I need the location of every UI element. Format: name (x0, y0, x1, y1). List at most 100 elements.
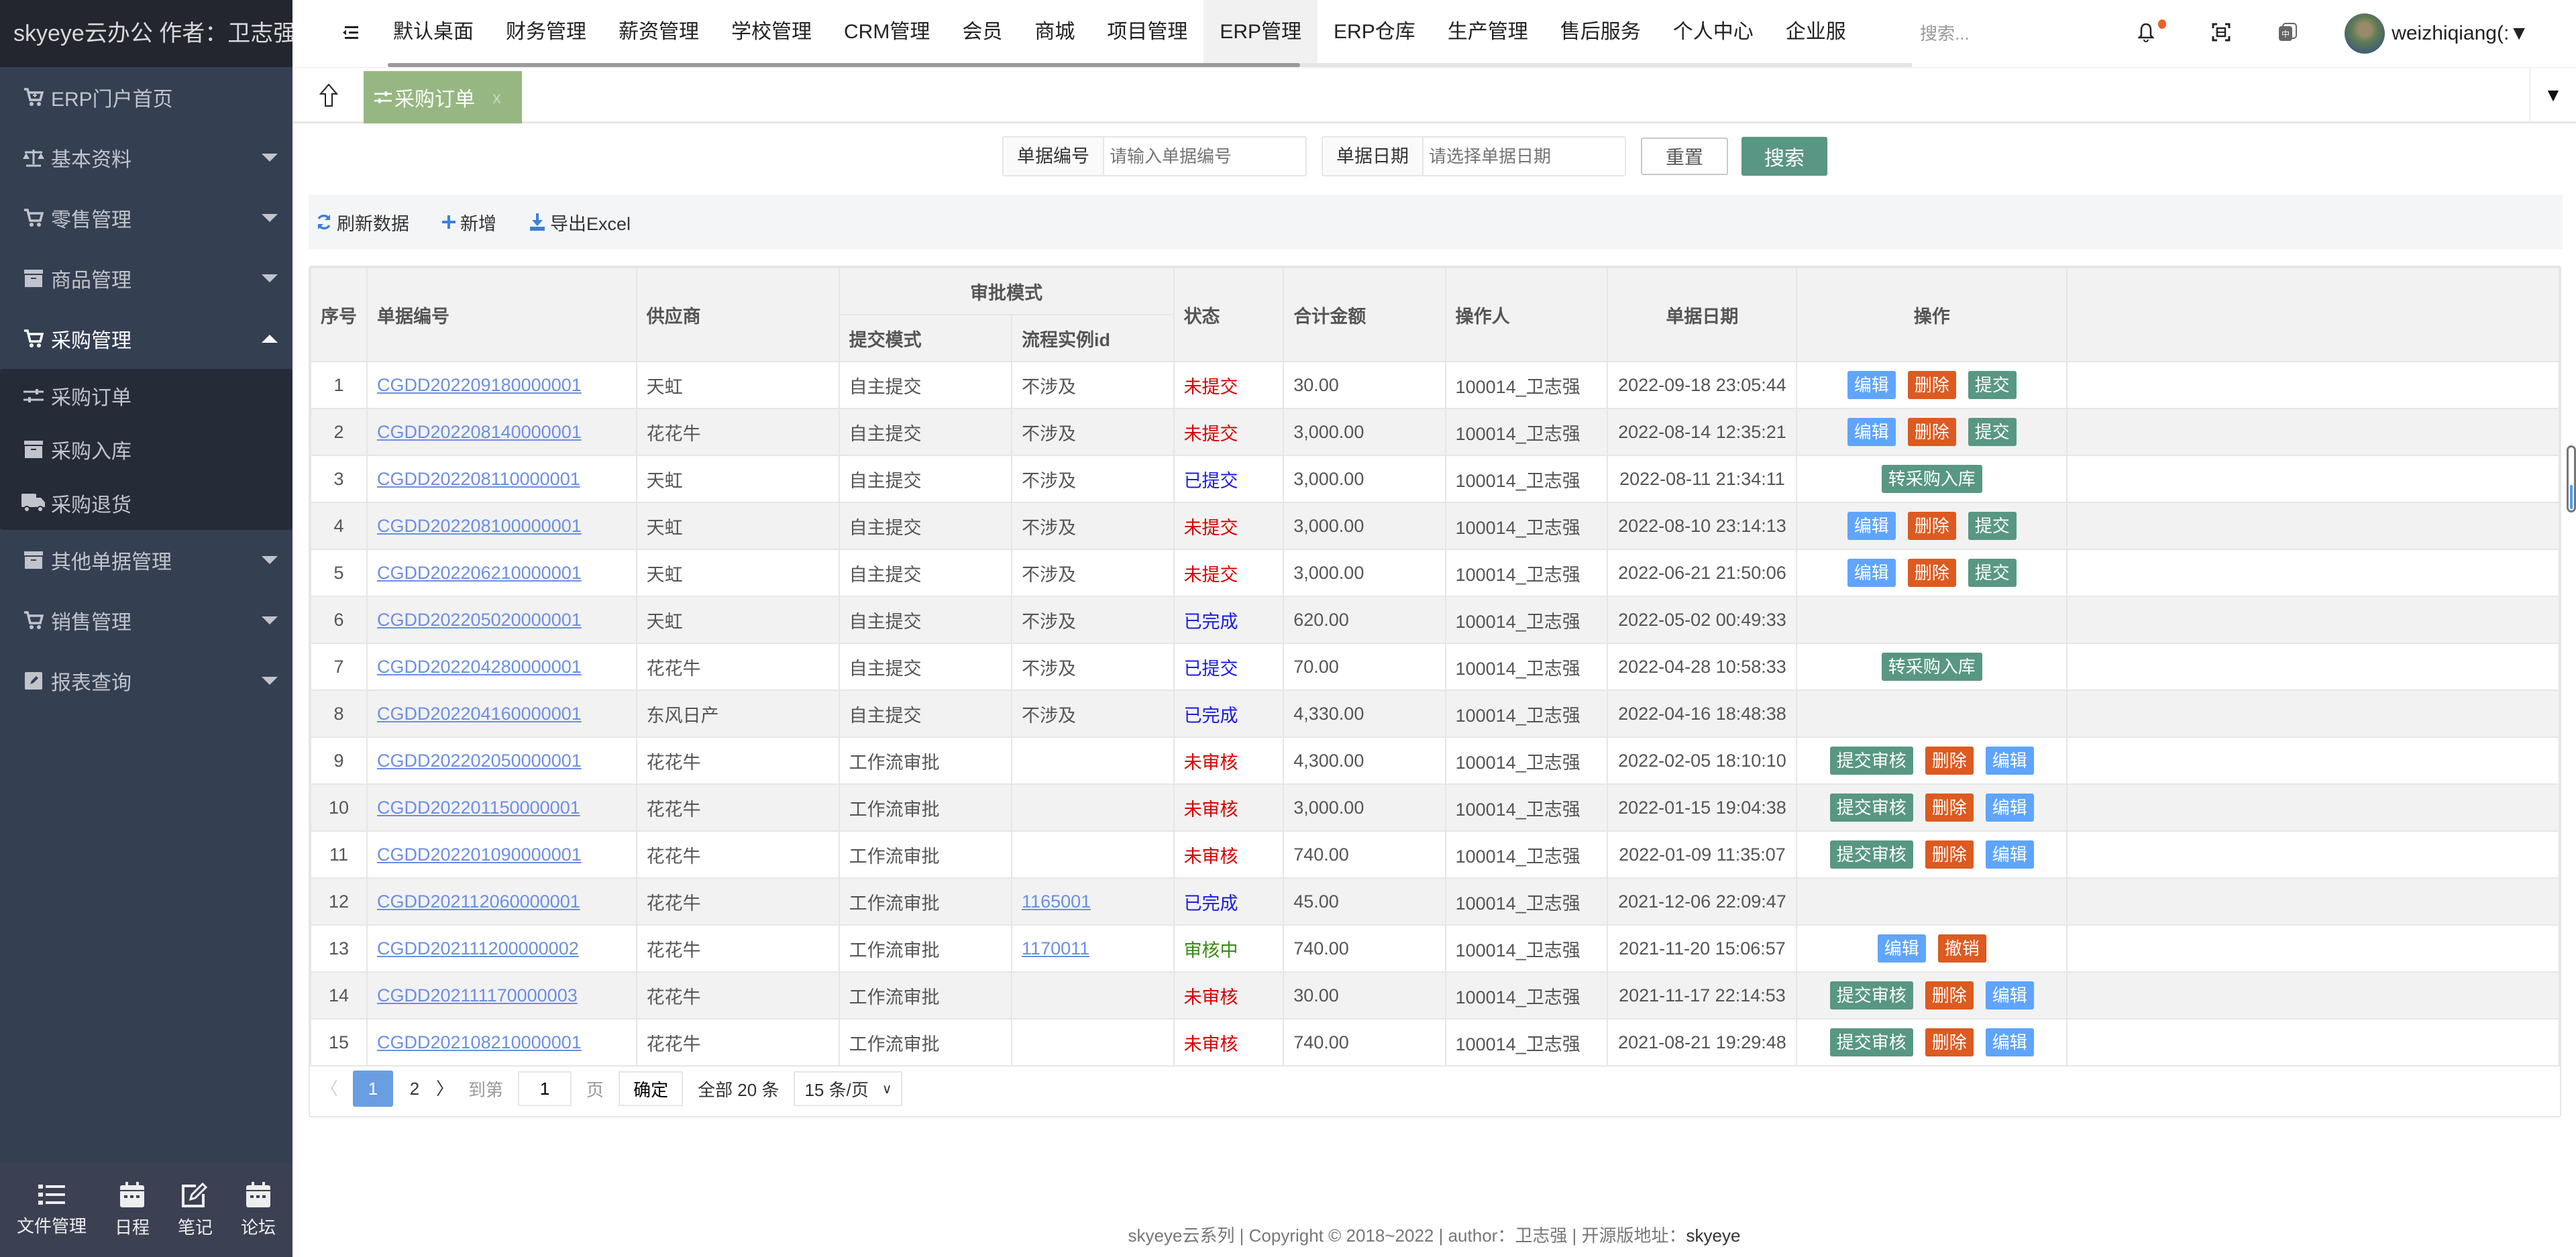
sidebar-item-purchase[interactable]: 采购管理 (0, 309, 292, 369)
delete-button[interactable]: 删除 (1907, 512, 1956, 540)
delete-button[interactable]: 删除 (1925, 981, 1974, 1009)
document-code-link[interactable]: CGDD202209180000001 (377, 375, 582, 395)
edit-button[interactable]: 编辑 (1847, 418, 1896, 446)
edit-button[interactable]: 编辑 (1985, 840, 2034, 869)
submit-button[interactable]: 提交 (1968, 512, 2017, 540)
page-size-select[interactable]: 15 条/页 ∨ (794, 1071, 903, 1106)
goto-page-input[interactable] (518, 1071, 572, 1106)
topnav-item[interactable]: 商城 (1018, 0, 1091, 64)
topnav-item[interactable]: ERP管理 (1203, 0, 1318, 64)
process-id-link[interactable]: 1170011 (1022, 938, 1089, 959)
menu-collapse-icon[interactable] (341, 23, 361, 43)
document-code-link[interactable]: CGDD202201090000001 (377, 844, 582, 865)
page-scrollbar[interactable] (2567, 445, 2576, 512)
language-icon[interactable]: 中 (2277, 22, 2298, 46)
topnav-item[interactable]: CRM管理 (828, 0, 946, 64)
topnav-item[interactable]: 薪资管理 (602, 0, 715, 64)
reset-button[interactable]: 重置 (1641, 138, 1728, 175)
edit-button[interactable]: 编辑 (1847, 559, 1896, 587)
top-search-input[interactable]: 搜索... (1920, 20, 2054, 45)
delete-button[interactable]: 删除 (1925, 794, 1974, 822)
search-button[interactable]: 搜索 (1741, 137, 1827, 176)
next-page-button[interactable]: 〉 (436, 1071, 453, 1107)
document-code-link[interactable]: CGDD202111200000002 (377, 938, 579, 959)
document-code-link[interactable]: CGDD202201150000001 (377, 798, 580, 818)
submit-review-button[interactable]: 提交审核 (1829, 840, 1913, 869)
sidebar-item-reports[interactable]: 报表查询 (0, 651, 292, 711)
topnav-item[interactable]: 学校管理 (715, 0, 828, 64)
export-excel-button[interactable]: 导出Excel (529, 209, 631, 235)
sidebar-item-retail[interactable]: 零售管理 (0, 188, 292, 248)
tab-purchase-order[interactable]: 采购订单 x (364, 71, 522, 123)
add-button[interactable]: 新增 (441, 209, 496, 235)
document-date-input[interactable] (1424, 138, 1625, 175)
bottom-item-notes[interactable]: 笔记 (178, 1182, 213, 1239)
delete-button[interactable]: 删除 (1907, 371, 1956, 399)
goto-confirm-button[interactable]: 确定 (619, 1071, 684, 1106)
sidebar-item-goods[interactable]: 商品管理 (0, 248, 292, 309)
document-code-link[interactable]: CGDD202108210000001 (377, 1032, 582, 1052)
delete-button[interactable]: 删除 (1925, 840, 1974, 869)
sidebar-item-sales[interactable]: 销售管理 (0, 590, 292, 651)
edit-button[interactable]: 编辑 (1985, 981, 2034, 1009)
page-button-2[interactable]: 2 (408, 1071, 421, 1107)
submit-button[interactable]: 提交 (1968, 559, 2017, 587)
refresh-data-button[interactable]: 刷新数据 (315, 209, 409, 235)
topnav-item[interactable]: 个人中心 (1657, 0, 1770, 64)
document-code-link[interactable]: CGDD202204160000001 (377, 704, 582, 724)
delete-button[interactable]: 删除 (1907, 418, 1956, 446)
bottom-item-file-manager[interactable]: 文件管理 (17, 1183, 87, 1238)
convert-to-inbound-button[interactable]: 转采购入库 (1881, 653, 1982, 681)
convert-to-inbound-button[interactable]: 转采购入库 (1881, 465, 1982, 493)
prev-page-button[interactable]: 〈 (321, 1071, 338, 1107)
delete-button[interactable]: 删除 (1907, 559, 1956, 587)
bottom-item-forum[interactable]: 论坛 (241, 1181, 276, 1239)
fullscreen-icon[interactable] (2212, 23, 2231, 45)
document-code-link[interactable]: CGDD202205020000001 (377, 610, 582, 630)
sidebar-item-erp-home[interactable]: ERP门户首页 (0, 67, 292, 127)
topnav-item[interactable]: 售后服务 (1544, 0, 1657, 64)
document-number-input[interactable] (1104, 138, 1305, 175)
topnav-item[interactable]: 会员 (946, 0, 1018, 64)
sidebar-item-basic-data[interactable]: 基本资料 (0, 127, 292, 188)
document-code-link[interactable]: CGDD202112060000001 (377, 891, 580, 912)
edit-button[interactable]: 编辑 (1985, 747, 2034, 775)
delete-button[interactable]: 删除 (1925, 747, 1974, 775)
edit-button[interactable]: 编辑 (1985, 1028, 2034, 1056)
topnav-item[interactable]: 企业服 (1770, 0, 1862, 64)
edit-button[interactable]: 编辑 (1985, 794, 2034, 822)
submit-review-button[interactable]: 提交审核 (1829, 747, 1913, 775)
sidebar-item-purchase-return[interactable]: 采购退货 (0, 476, 292, 530)
edit-button[interactable]: 编辑 (1847, 371, 1896, 399)
page-button-1[interactable]: 1 (353, 1071, 394, 1107)
document-code-link[interactable]: CGDD202206210000001 (377, 563, 582, 583)
topnav-item[interactable]: ERP仓库 (1318, 0, 1432, 64)
process-id-link[interactable]: 1165001 (1022, 891, 1091, 912)
sidebar-item-other-documents[interactable]: 其他单据管理 (0, 530, 292, 590)
document-code-link[interactable]: CGDD202208100000001 (377, 516, 582, 536)
submit-button[interactable]: 提交 (1968, 418, 2017, 446)
submit-review-button[interactable]: 提交审核 (1829, 1028, 1913, 1056)
footer-source-link[interactable]: skyeye (1686, 1225, 1741, 1246)
document-code-link[interactable]: CGDD202202050000001 (377, 751, 582, 771)
sidebar-item-purchase-order[interactable]: 采购订单 (0, 369, 292, 423)
topnav-item[interactable]: 财务管理 (490, 0, 602, 64)
topnav-item[interactable]: 项目管理 (1091, 0, 1203, 64)
notification-bell-icon[interactable] (2137, 19, 2167, 46)
document-code-link[interactable]: CGDD202111170000003 (377, 985, 578, 1005)
edit-button[interactable]: 编辑 (1847, 512, 1896, 540)
submit-review-button[interactable]: 提交审核 (1829, 794, 1913, 822)
topnav-item[interactable]: 默认桌面 (377, 0, 490, 64)
user-avatar[interactable] (2345, 13, 2385, 54)
revoke-button[interactable]: 撤销 (1937, 934, 1986, 963)
tab-close-icon[interactable]: x (492, 87, 501, 108)
delete-button[interactable]: 删除 (1925, 1028, 1974, 1056)
sidebar-item-purchase-inbound[interactable]: 采购入库 (0, 423, 292, 476)
submit-button[interactable]: 提交 (1968, 371, 2017, 399)
submit-review-button[interactable]: 提交审核 (1829, 981, 1913, 1009)
home-icon[interactable] (319, 83, 338, 107)
bottom-item-schedule[interactable]: 日程 (115, 1181, 150, 1239)
topnav-item[interactable]: 生产管理 (1432, 0, 1544, 64)
document-code-link[interactable]: CGDD202204280000001 (377, 657, 582, 677)
edit-button[interactable]: 编辑 (1877, 934, 1926, 963)
